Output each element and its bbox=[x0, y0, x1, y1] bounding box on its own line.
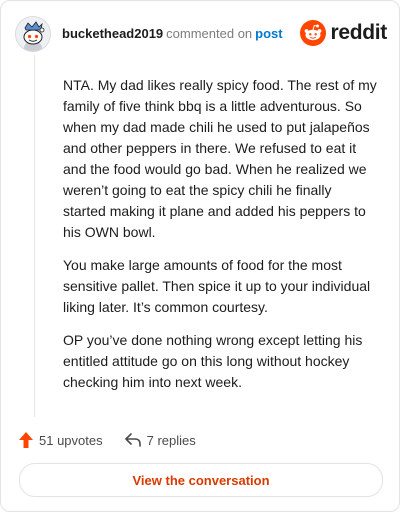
comment-body: NTA. My dad likes really spicy food. The… bbox=[63, 75, 378, 405]
username[interactable]: buckethead2019 bbox=[62, 26, 163, 41]
comment-paragraph: OP you’ve done nothing wrong except lett… bbox=[63, 332, 363, 390]
comment-paragraph: NTA. My dad likes really spicy food. The… bbox=[63, 77, 377, 240]
comment-paragraph: You make large amounts of food for the m… bbox=[63, 257, 371, 315]
post-link[interactable]: post bbox=[255, 26, 282, 41]
avatar[interactable] bbox=[15, 16, 51, 52]
thread-line bbox=[34, 55, 35, 417]
reddit-logo[interactable]: reddit bbox=[300, 19, 387, 47]
view-conversation-button[interactable]: View the conversation bbox=[19, 463, 383, 497]
comment-header: buckethead2019 commented on post reddit bbox=[15, 15, 387, 52]
action-text: commented on bbox=[166, 26, 253, 41]
upvote-arrow-icon bbox=[19, 432, 33, 448]
reddit-wordmark: reddit bbox=[330, 21, 387, 44]
reddit-snoo-icon bbox=[300, 20, 327, 46]
comment-footer: 51 upvotes 7 replies bbox=[19, 429, 196, 451]
comment-card: buckethead2019 commented on post reddit NT… bbox=[0, 0, 400, 512]
upvote-control[interactable]: 51 upvotes bbox=[19, 432, 103, 448]
comment-meta: buckethead2019 commented on post bbox=[62, 26, 283, 41]
reply-arrow-icon bbox=[124, 433, 141, 447]
reply-count: 7 replies bbox=[146, 432, 196, 448]
avatar-snoo-icon bbox=[16, 17, 50, 51]
upvote-count: 51 upvotes bbox=[39, 432, 103, 448]
replies-control[interactable]: 7 replies bbox=[124, 432, 196, 448]
